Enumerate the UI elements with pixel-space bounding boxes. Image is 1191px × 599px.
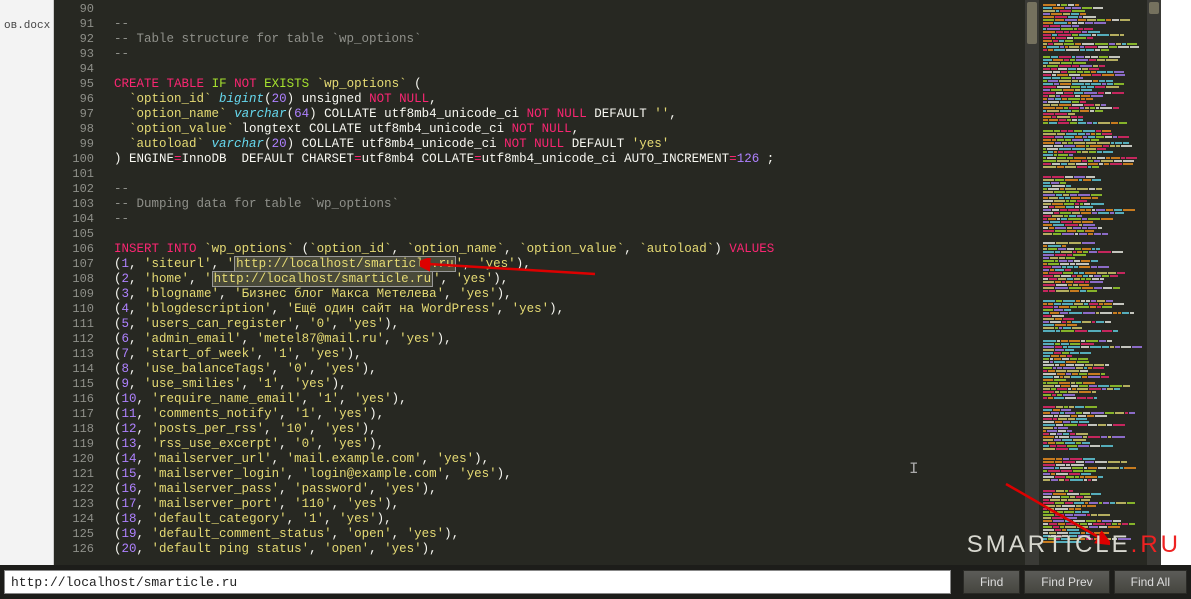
find-prev-button[interactable]: Find Prev (1024, 570, 1109, 594)
find-bar: Find Find Prev Find All (0, 565, 1191, 599)
code-editor[interactable]: 9091929394959697989910010110210310410510… (54, 0, 1039, 565)
minimap-scrollbar[interactable] (1147, 0, 1161, 565)
find-all-button[interactable]: Find All (1114, 570, 1187, 594)
find-button[interactable]: Find (963, 570, 1020, 594)
text-cursor-icon: I (909, 460, 919, 478)
watermark-logo: SMARTICLE.RU (967, 531, 1181, 559)
vertical-scrollbar[interactable] (1025, 0, 1039, 565)
search-input[interactable] (4, 570, 951, 594)
line-gutter: 9091929394959697989910010110210310410510… (54, 0, 104, 565)
file-tab[interactable]: ов.docx (0, 18, 54, 34)
code-content[interactable]: -- -- Table structure for table `wp_opti… (114, 0, 1025, 565)
minimap[interactable] (1039, 0, 1161, 565)
sidebar-left: ов.docx (0, 0, 54, 565)
